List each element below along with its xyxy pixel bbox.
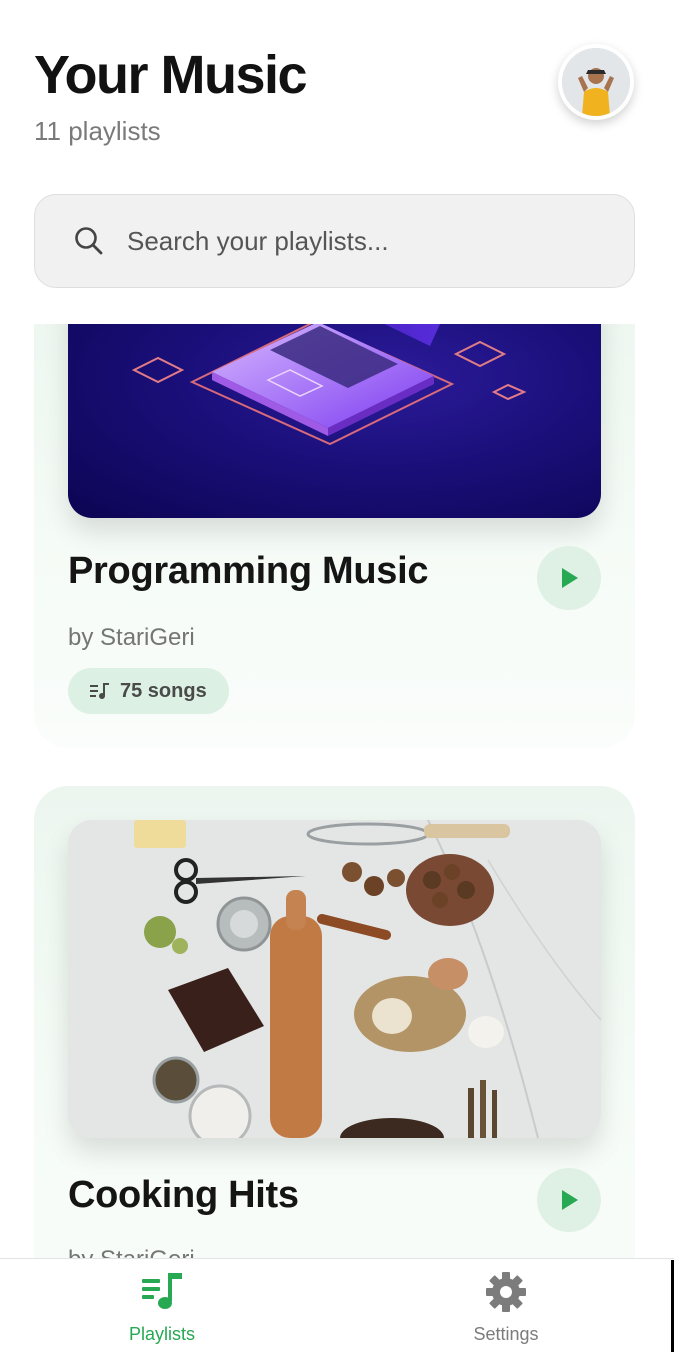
playlist-cover-image — [68, 324, 601, 518]
search-bar[interactable]: Search your playlists... — [34, 194, 635, 288]
play-button[interactable] — [537, 546, 601, 610]
playlist-cover-image — [68, 820, 601, 1138]
search-input[interactable]: Search your playlists... — [127, 226, 389, 257]
playlist-music-icon — [142, 1273, 182, 1309]
search-icon — [75, 227, 103, 255]
bottom-nav: Playlists Settings — [0, 1258, 674, 1352]
playlist-author: by StariGeri — [68, 624, 195, 651]
playlist-list[interactable]: Programming Music by StariGeri 75 songs — [0, 324, 674, 1260]
play-icon — [562, 1190, 578, 1210]
avatar-photo — [562, 48, 630, 116]
play-button[interactable] — [537, 1168, 601, 1232]
play-icon — [562, 568, 578, 588]
tab-settings[interactable]: Settings — [426, 1271, 586, 1345]
gear-icon — [486, 1272, 526, 1312]
playlist-title: Cooking Hits — [68, 1174, 299, 1216]
tab-playlists[interactable]: Playlists — [82, 1271, 242, 1345]
page-header: Your Music 11 playlists — [34, 44, 640, 154]
app-screen: Your Music 11 playlists Search your play… — [0, 0, 674, 1352]
tab-settings-label: Settings — [473, 1324, 539, 1344]
tab-playlists-label: Playlists — [128, 1324, 195, 1344]
page-title: Your Music — [34, 45, 308, 105]
avatar[interactable] — [558, 44, 634, 120]
playlist-card[interactable]: Programming Music by StariGeri 75 songs — [34, 324, 635, 748]
song-count: 75 songs — [120, 679, 207, 702]
playlist-count: 11 playlists — [34, 116, 161, 146]
music-list-icon — [90, 683, 109, 699]
song-count-badge: 75 songs — [68, 668, 229, 714]
playlist-card[interactable]: Cooking Hits by StariGeri — [34, 786, 635, 1260]
playlist-title: Programming Music — [68, 550, 429, 592]
